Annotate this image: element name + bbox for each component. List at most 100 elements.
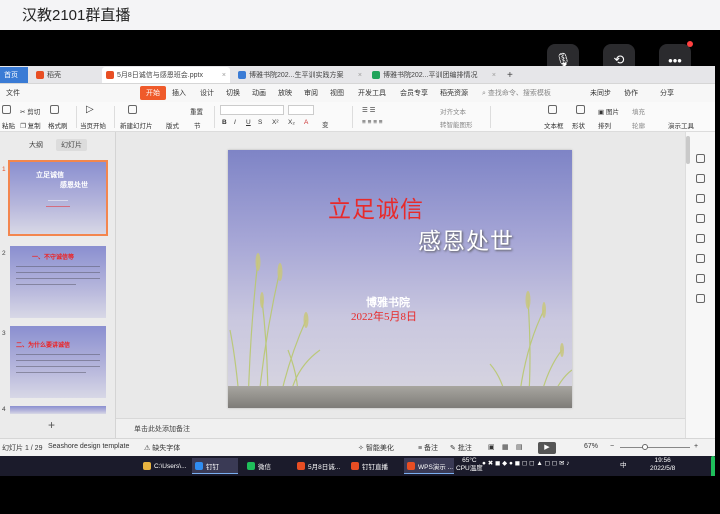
menu-home[interactable]: 开始 [140,86,166,100]
tray-icons[interactable]: ● ✖ ◼ ◆ ● ◼ ◻ ◻ ▲ ◻ ◻ ✉ ♪ [482,459,569,467]
taskbar-wps-present[interactable]: WPS演示 ... [404,458,454,474]
font-size-select[interactable] [288,105,314,115]
arrange-button[interactable]: 排列 [598,120,611,130]
play-from-current-button[interactable]: 当页开始 [80,120,106,130]
slide-thumb-2[interactable]: 一、不守诚信等 [10,246,106,318]
close-icon[interactable]: × [492,72,496,79]
present-tools-button[interactable]: 演示工具 [668,120,694,130]
textbox-icon[interactable] [548,105,559,114]
strikethrough-icon[interactable]: S [258,119,262,126]
app-root: 汉教2101群直播 🎙 ⟲ ••• 首页 稻壳 5月8日诚信与感恩班会.pptx… [0,0,720,514]
sync-status[interactable]: 未同步 [590,88,611,98]
format-painter-icon[interactable] [50,105,61,114]
shape-icon[interactable] [576,105,587,114]
zoom-slider-handle[interactable] [642,444,648,450]
new-slide-icon[interactable] [128,105,139,114]
reset-button[interactable]: 重置 [190,106,203,116]
menu-transition[interactable]: 切换 [226,88,240,98]
property-icon[interactable] [696,154,705,163]
missing-fonts-button[interactable]: ⚠ 缺失字体 [144,443,180,453]
help-icon[interactable] [696,254,705,263]
menu-file[interactable]: 文件 [6,88,20,98]
layers-icon[interactable] [696,234,705,243]
italic-icon[interactable]: I [234,119,236,126]
settings-icon[interactable] [696,294,705,303]
bullets-icon[interactable]: ☰ ☰ [362,106,375,114]
normal-view-icon[interactable]: ▣ [488,443,495,451]
tab-sheet-list[interactable]: 博雅书院202...平训团编排情况 × [368,67,500,83]
vertical-scrollbar[interactable] [686,136,690,164]
new-slide-button[interactable]: 新建幻灯片 [120,120,153,130]
comment-button[interactable]: ✎ 批注 [450,443,472,453]
tab-doc-plan[interactable]: 博雅书院202...生平训实践方案 × [234,67,366,83]
tab-outline[interactable]: 大纲 [24,139,48,151]
current-slide[interactable]: 立足诚信 感恩处世 博雅书院 2022年5月8日 [228,150,572,408]
copy-button[interactable]: ❐ 复制 [20,120,41,130]
clock[interactable]: 19:56 2022/5/8 [650,457,675,473]
menu-member[interactable]: 会员专享 [400,88,428,98]
slide-thumb-4[interactable] [10,406,106,414]
smart-beautify-button[interactable]: ✧ 智能美化 [358,443,394,453]
underline-icon[interactable]: U [246,119,251,126]
menu-docer-resources[interactable]: 稻壳资源 [440,88,468,98]
slide-thumb-1[interactable]: 立足诚信 感恩处世 [8,160,108,236]
superscript-icon[interactable]: X² [272,119,279,126]
format-painter-button[interactable]: 格式刷 [48,120,68,130]
add-tab-button[interactable]: + [503,67,515,83]
material-icon[interactable] [696,214,705,223]
close-icon[interactable]: × [358,72,362,79]
add-slide-button[interactable]: + [48,418,55,432]
share-button[interactable]: 分享 [660,88,674,98]
subscript-icon[interactable]: X₂ [288,119,295,126]
chart-icon[interactable] [696,274,705,283]
slide-thumb-3[interactable]: 二、为什么要讲诚信 [10,326,106,398]
taskbar-dingtalk-live[interactable]: 钉钉直播 [348,458,402,474]
ime-indicator[interactable]: 中 [620,459,627,469]
font-name-select[interactable] [220,105,284,115]
menu-design[interactable]: 设计 [200,88,214,98]
menu-view[interactable]: 视图 [330,88,344,98]
menu-review[interactable]: 审阅 [304,88,318,98]
notes-bar[interactable]: 单击此处添加备注 [116,418,685,438]
style-icon[interactable] [696,174,705,183]
animation-icon[interactable] [696,194,705,203]
menu-insert[interactable]: 插入 [172,88,186,98]
smart-art-button[interactable]: 转智能图形 [440,119,473,129]
sorter-view-icon[interactable]: ▦ [502,443,509,451]
section-button[interactable]: 节 [194,120,201,130]
reading-view-icon[interactable]: ▤ [516,443,523,451]
tab-docer[interactable]: 稻壳 [32,67,98,83]
align-icons[interactable]: ≡ ≡ ≡ ≡ [362,119,383,126]
zoom-slider-track[interactable] [620,447,690,448]
menu-slideshow[interactable]: 放映 [278,88,292,98]
zoom-out-icon[interactable]: − [610,443,614,450]
menu-animation[interactable]: 动画 [252,88,266,98]
taskbar-pptx[interactable]: 5月8日诚... [294,458,344,474]
bold-icon[interactable]: B [222,119,227,126]
shape-button[interactable]: 形状 [572,120,585,130]
font-color-icon[interactable]: A [304,119,308,126]
collab-button[interactable]: 协作 [624,88,638,98]
paste-button[interactable] [2,105,13,114]
notes-toggle-button[interactable]: ≡ 备注 [418,443,438,453]
zoom-in-icon[interactable]: + [694,443,698,450]
textbox-button[interactable]: 文本框 [544,120,564,130]
tab-slides[interactable]: 幻灯片 [55,139,87,151]
tab-home[interactable]: 首页 [0,67,28,83]
play-slideshow-button[interactable]: ▶ [538,442,556,454]
outline-button[interactable]: 轮廓 [632,120,645,130]
taskbar-wechat[interactable]: 微信 [244,458,290,474]
taskbar-dingtalk[interactable]: 钉钉 [192,458,238,474]
command-search[interactable]: ⌕ 查找命令、搜索模板 [482,88,551,98]
close-icon[interactable]: × [222,72,226,79]
tab-current-pptx[interactable]: 5月8日诚信与感恩班会.pptx × [102,67,230,83]
play-from-current-icon[interactable]: ▷ [86,104,94,115]
char-spacing-icon[interactable]: 变 [322,119,329,129]
text-direction-button[interactable]: 对齐文本 [440,106,466,116]
cut-button[interactable]: ✂ 剪切 [20,106,40,116]
layout-button[interactable]: 版式 [166,120,179,130]
fill-button[interactable]: 填充 [632,106,645,116]
menu-dev-tools[interactable]: 开发工具 [358,88,386,98]
taskbar-explorer[interactable]: C:\Users\... [140,458,190,474]
picture-button[interactable]: ▣ 图片 [598,106,619,116]
